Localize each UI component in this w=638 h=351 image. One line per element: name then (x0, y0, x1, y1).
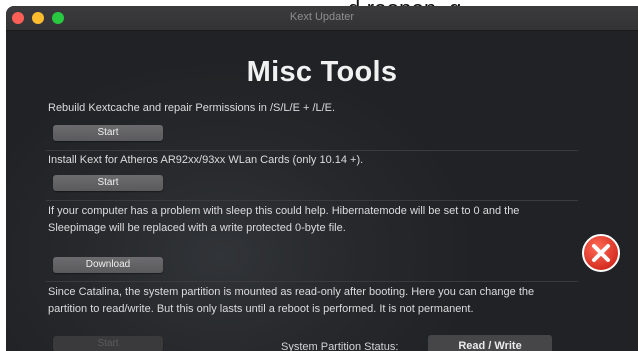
partition-status-value[interactable]: Read / Write (428, 335, 552, 351)
atheros-kext-description: Install Kext for Atheros AR92xx/93xx WLa… (48, 154, 364, 166)
rebuild-kextcache-description: Rebuild Kextcache and repair Permissions… (48, 102, 336, 114)
sleep-fix-description: If your computer has a problem with slee… (48, 205, 520, 234)
divider (46, 281, 578, 282)
system-partition-start-button[interactable]: Start (53, 336, 163, 351)
rebuild-kextcache-start-button[interactable]: Start (53, 125, 163, 141)
partition-status-label: System Partition Status: (281, 341, 399, 351)
app-window: Kext Updater Misc Tools Rebuild Kextcach… (6, 6, 638, 351)
sleep-fix-download-button[interactable]: Download (53, 257, 163, 273)
page-title: Misc Tools (246, 56, 398, 88)
system-partition-description: Since Catalina, the system partition is … (48, 286, 535, 315)
window-title: Kext Updater (289, 11, 355, 23)
title-bar[interactable]: Kext Updater (6, 6, 638, 31)
close-circle-icon[interactable] (581, 233, 621, 273)
atheros-kext-start-button[interactable]: Start (53, 175, 163, 191)
divider (46, 150, 578, 151)
divider (46, 200, 578, 201)
